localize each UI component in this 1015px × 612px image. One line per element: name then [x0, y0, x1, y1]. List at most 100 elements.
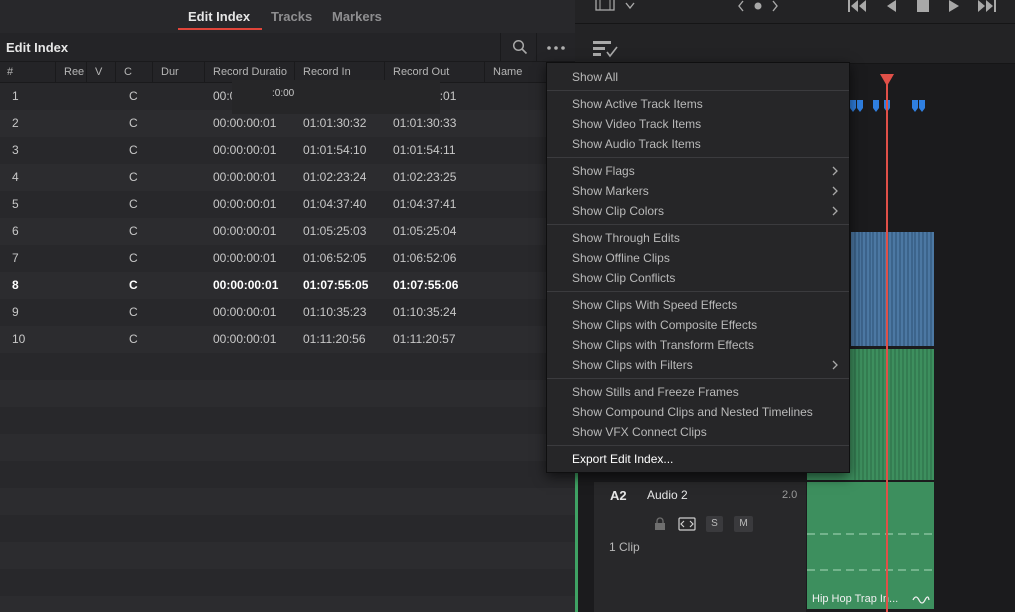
cell-record-duration: 00:00:00:01	[213, 197, 277, 211]
video-clip[interactable]	[851, 232, 934, 346]
table-row[interactable]: 4 C 00:00:00:01 01:02:23:24 01:02:23:25	[0, 164, 575, 191]
table-row[interactable]: 7 C 00:00:00:01 01:06:52:05 01:06:52:06	[0, 245, 575, 272]
menu-item-label: Show Through Edits	[572, 231, 680, 245]
chevron-right-icon	[832, 206, 838, 216]
mute-button[interactable]: M	[734, 516, 753, 532]
timeline-markers	[850, 100, 925, 112]
menu-item-show-clip-colors[interactable]: Show Clip Colors	[547, 201, 849, 221]
prev-icon[interactable]	[737, 0, 745, 12]
menu-item-label: Show Compound Clips and Nested Timelines	[572, 405, 813, 419]
menu-item-label: Show Markers	[572, 184, 649, 198]
empty-row	[0, 353, 575, 380]
menu-item-show-through-edits[interactable]: Show Through Edits	[547, 228, 849, 248]
menu-item-show-all[interactable]: Show All	[547, 67, 849, 87]
cell-record-out: 01:11:20:57	[393, 332, 456, 346]
lock-icon[interactable]	[654, 517, 666, 531]
menu-separator	[547, 224, 849, 225]
menu-item-show-vfx-connect-clips[interactable]: Show VFX Connect Clips	[547, 422, 849, 442]
menu-item-show-audio-track-items[interactable]: Show Audio Track Items	[547, 134, 849, 154]
col-dur[interactable]: Dur	[154, 62, 205, 83]
menu-item-show-active-track-items[interactable]: Show Active Track Items	[547, 94, 849, 114]
cell-record-out: 01:10:35:24	[393, 305, 457, 319]
chevron-down-icon[interactable]	[625, 2, 635, 10]
table-row[interactable]: 9 C 00:00:00:01 01:10:35:23 01:10:35:24	[0, 299, 575, 326]
skip-forward-icon[interactable]	[977, 0, 997, 13]
dot-icon[interactable]	[753, 1, 763, 11]
search-button[interactable]	[500, 33, 537, 62]
active-tab-indicator	[178, 28, 262, 30]
table-row[interactable]: 10 C 00:00:00:01 01:11:20:56 01:11:20:57	[0, 326, 575, 353]
table-row[interactable]: 3 C 00:00:00:01 01:01:54:10 01:01:54:11	[0, 137, 575, 164]
cell-record-in: 01:01:54:10	[303, 143, 367, 157]
marker	[873, 100, 879, 112]
menu-item-show-clips-with-composite-effects[interactable]: Show Clips with Composite Effects	[547, 315, 849, 335]
timeline-options-icon[interactable]	[592, 40, 618, 58]
menu-item-label: Export Edit Index...	[572, 452, 674, 466]
playhead-line[interactable]	[886, 84, 888, 612]
timeline-ruler[interactable]	[232, 80, 440, 114]
play-icon[interactable]	[948, 0, 960, 13]
menu-item-show-clip-conflicts[interactable]: Show Clip Conflicts	[547, 268, 849, 288]
cell-record-out: 01:07:55:06	[393, 278, 459, 292]
menu-item-show-markers[interactable]: Show Markers	[547, 181, 849, 201]
tab-edit-index[interactable]: Edit Index	[188, 9, 250, 24]
menu-item-show-clips-with-filters[interactable]: Show Clips with Filters	[547, 355, 849, 375]
cell-record-out: 01:01:54:11	[393, 143, 456, 157]
menu-item-label: Show Video Track Items	[572, 117, 702, 131]
waveform-icon[interactable]	[912, 594, 930, 606]
menu-item-show-compound-clips-and-nested-timelines[interactable]: Show Compound Clips and Nested Timelines	[547, 402, 849, 422]
table-row[interactable]: 6 C 00:00:00:01 01:05:25:03 01:05:25:04	[0, 218, 575, 245]
chevron-right-icon	[832, 166, 838, 176]
ruler-timecode: :0:00	[272, 88, 295, 99]
col-v[interactable]: V	[88, 62, 116, 83]
menu-item-show-flags[interactable]: Show Flags	[547, 161, 849, 181]
chevron-right-icon	[832, 186, 838, 196]
edit-index-table: 1C00:00:00:0101:00:00:0001:00:00:012C00:…	[0, 83, 575, 612]
more-options-button[interactable]	[538, 33, 575, 62]
menu-item-label: Show Clips With Speed Effects	[572, 298, 738, 312]
menu-item-show-stills-and-freeze-frames[interactable]: Show Stills and Freeze Frames	[547, 382, 849, 402]
menu-item-label: Show All	[572, 70, 619, 84]
playhead-handle[interactable]	[880, 74, 894, 86]
cell-c: C	[129, 305, 138, 319]
menu-item-show-offline-clips[interactable]: Show Offline Clips	[547, 248, 849, 268]
empty-row	[0, 515, 575, 542]
skip-back-icon[interactable]	[847, 0, 867, 13]
empty-row	[0, 488, 575, 515]
cell-record-in: 01:01:30:32	[303, 116, 367, 130]
solo-button[interactable]: S	[706, 516, 723, 532]
cell-record-duration: 00:00:00:01	[213, 170, 277, 184]
audio2-track-name[interactable]: Audio 2	[647, 488, 688, 502]
auto-track-icon[interactable]	[678, 517, 696, 531]
table-row[interactable]: 2 C 00:00:00:01 01:01:30:32 01:01:30:33	[0, 110, 575, 137]
edit-index-options-menu: Show All Show Active Track Items Show Vide…	[546, 62, 850, 473]
menu-separator	[547, 157, 849, 158]
menu-item-show-clips-with-speed-effects[interactable]: Show Clips With Speed Effects	[547, 295, 849, 315]
panel-titlebar: Edit Index	[0, 33, 575, 62]
audio2-clip[interactable]	[807, 482, 934, 609]
table-row[interactable]: 8 C 00:00:00:01 01:07:55:05 01:07:55:06	[0, 272, 575, 299]
menu-item-label: Show Offline Clips	[572, 251, 670, 265]
empty-row	[0, 434, 575, 461]
menu-item-label: Show Flags	[572, 164, 635, 178]
cell-record-duration: 00:00:00:01	[213, 116, 277, 130]
menu-item-show-video-track-items[interactable]: Show Video Track Items	[547, 114, 849, 134]
tab-tracks[interactable]: Tracks	[271, 9, 312, 24]
col-number[interactable]: #	[0, 62, 56, 83]
cell-number: 4	[12, 170, 19, 184]
cell-record-in: 01:10:35:23	[303, 305, 367, 319]
next-icon[interactable]	[771, 0, 779, 12]
col-reel[interactable]: Ree	[57, 62, 87, 83]
col-c[interactable]: C	[117, 62, 153, 83]
tab-markers[interactable]: Markers	[332, 9, 382, 24]
film-strip-icon[interactable]	[595, 0, 615, 12]
step-back-icon[interactable]	[885, 0, 897, 13]
cell-number: 3	[12, 143, 19, 157]
menu-item-show-clips-with-transform-effects[interactable]: Show Clips with Transform Effects	[547, 335, 849, 355]
cell-number: 5	[12, 197, 19, 211]
menu-item-export-edit-index[interactable]: Export Edit Index...	[547, 449, 849, 469]
stop-icon[interactable]	[917, 0, 929, 13]
marker	[857, 100, 863, 112]
cell-record-in: 01:07:55:05	[303, 278, 369, 292]
table-row[interactable]: 5 C 00:00:00:01 01:04:37:40 01:04:37:41	[0, 191, 575, 218]
